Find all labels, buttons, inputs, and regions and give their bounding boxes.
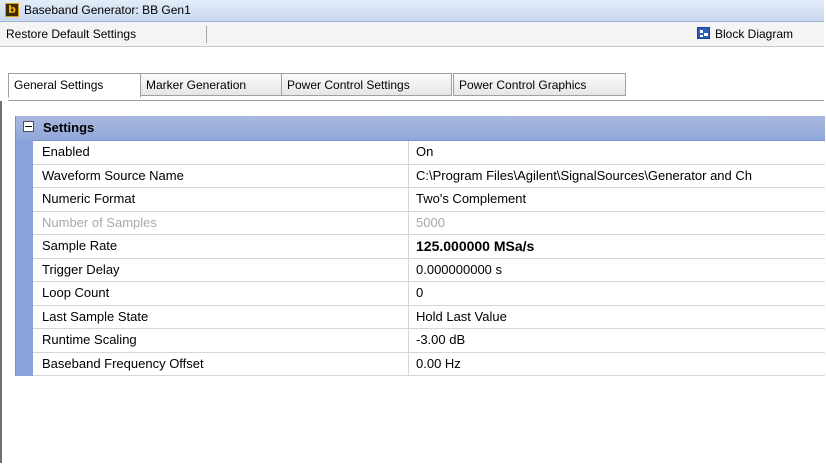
property-row-baseband-frequency-offset[interactable]: Baseband Frequency Offset 0.00 Hz	[16, 351, 825, 376]
window-title: Baseband Generator: BB Gen1	[24, 3, 191, 17]
property-name: Waveform Source Name	[33, 164, 409, 187]
property-row-sample-rate[interactable]: Sample Rate 125.000000 MSa/s	[16, 234, 825, 259]
property-value-loop-count[interactable]: 0	[410, 282, 825, 305]
property-name: Enabled	[33, 141, 409, 164]
tab-power-control-graphics[interactable]: Power Control Graphics	[453, 73, 626, 96]
toolbar-separator	[206, 26, 207, 43]
block-diagram-button[interactable]: Block Diagram	[715, 27, 793, 41]
category-settings[interactable]: Settings	[16, 116, 825, 141]
property-row-runtime-scaling[interactable]: Runtime Scaling -3.00 dB	[16, 328, 825, 353]
property-row-waveform-source-name[interactable]: Waveform Source Name C:\Program Files\Ag…	[16, 163, 825, 188]
row-gutter	[16, 304, 33, 329]
property-row-number-of-samples: Number of Samples 5000	[16, 210, 825, 235]
property-value-enabled[interactable]: On	[410, 141, 825, 164]
property-value-waveform-source-name[interactable]: C:\Program Files\Agilent\SignalSources\G…	[410, 165, 825, 188]
property-value-sample-rate[interactable]: 125.000000 MSa/s	[410, 235, 825, 258]
property-name: Trigger Delay	[33, 258, 409, 281]
block-diagram-icon[interactable]	[697, 27, 710, 39]
property-row-last-sample-state[interactable]: Last Sample State Hold Last Value	[16, 304, 825, 329]
property-name: Sample Rate	[33, 235, 409, 258]
property-name: Runtime Scaling	[33, 329, 409, 352]
property-value-baseband-frequency-offset[interactable]: 0.00 Hz	[410, 353, 825, 376]
row-gutter	[16, 163, 33, 188]
property-value-trigger-delay[interactable]: 0.000000000 s	[410, 259, 825, 282]
row-gutter	[16, 234, 33, 258]
property-name: Number of Samples	[33, 211, 409, 234]
row-gutter	[16, 328, 33, 352]
property-value-last-sample-state[interactable]: Hold Last Value	[410, 306, 825, 329]
tab-content-border	[8, 100, 824, 101]
restore-default-settings-button[interactable]: Restore Default Settings	[6, 27, 136, 41]
property-row-enabled[interactable]: Enabled On	[16, 140, 825, 165]
property-name: Loop Count	[33, 282, 409, 305]
property-name: Last Sample State	[33, 305, 409, 328]
tab-marker-generation[interactable]: Marker Generation	[140, 73, 282, 96]
property-value-numeric-format[interactable]: Two's Complement	[410, 188, 825, 211]
row-gutter	[16, 210, 33, 235]
property-row-trigger-delay[interactable]: Trigger Delay 0.000000000 s	[16, 257, 825, 282]
property-row-numeric-format[interactable]: Numeric Format Two's Complement	[16, 187, 825, 212]
tab-power-control-settings[interactable]: Power Control Settings	[281, 73, 452, 96]
row-gutter	[16, 257, 33, 282]
row-gutter	[16, 351, 33, 376]
row-gutter	[16, 140, 33, 164]
toolbar: Restore Default Settings Block Diagram	[0, 22, 824, 47]
collapse-minus-icon[interactable]	[23, 121, 34, 132]
tab-general-settings[interactable]: General Settings	[8, 73, 141, 98]
title-bar: b Baseband Generator: BB Gen1	[0, 0, 824, 22]
property-value-number-of-samples: 5000	[416, 214, 445, 230]
row-gutter	[16, 281, 33, 305]
property-row-loop-count[interactable]: Loop Count 0	[16, 281, 825, 306]
property-name: Baseband Frequency Offset	[33, 352, 409, 375]
category-label: Settings	[43, 120, 95, 135]
tab-strip: General Settings Marker Generation Power…	[0, 47, 824, 101]
property-name: Numeric Format	[33, 188, 409, 211]
property-value-runtime-scaling[interactable]: -3.00 dB	[410, 329, 825, 352]
property-grid: Settings Enabled On Waveform Source Name…	[15, 116, 825, 376]
row-gutter	[16, 187, 33, 211]
app-logo-icon: b	[5, 3, 19, 17]
